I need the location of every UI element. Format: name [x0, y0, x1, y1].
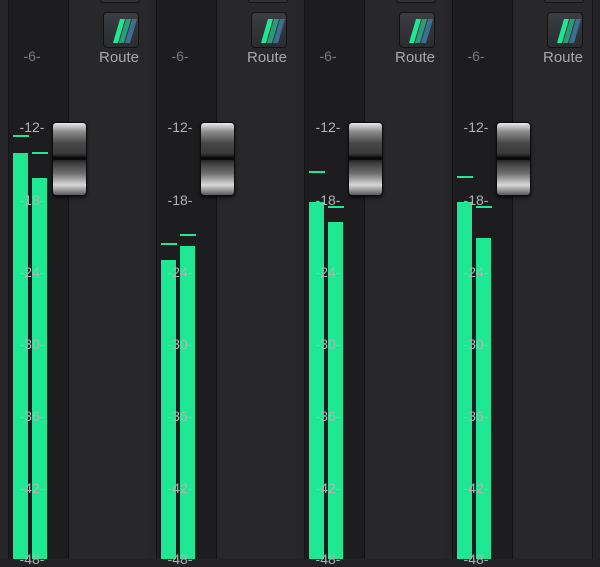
strip-divider: [592, 0, 593, 559]
route-label[interactable]: Route: [538, 49, 588, 67]
insert-slot-stub[interactable]: [544, 0, 584, 3]
db-scale-label: -12-: [167, 119, 193, 135]
level-meter-left: [309, 202, 324, 559]
db-scale-label: -18-: [463, 192, 489, 208]
db-scale-label: -24-: [315, 264, 341, 280]
channel-strip-4: -6- -12- -18- -24- -30- -36- -42- -48- Route: [444, 0, 593, 567]
fader-track[interactable]: [513, 0, 593, 559]
route-stripes-icon: [113, 19, 137, 43]
route-button[interactable]: [251, 12, 287, 48]
fader-knob-icon[interactable]: [52, 122, 87, 196]
db-scale-label: -48-: [167, 551, 193, 567]
level-meter-right: [476, 238, 491, 559]
fader-knob-icon[interactable]: [496, 122, 531, 196]
db-scale-label: -36-: [463, 408, 489, 424]
db-scale-label: -30-: [463, 336, 489, 352]
peak-hold-right: [32, 152, 48, 154]
fader-track[interactable]: [365, 0, 445, 559]
fader-knob-center-line: [201, 157, 234, 160]
db-scale-label: -6-: [23, 48, 41, 64]
route-label[interactable]: Route: [390, 49, 440, 67]
route-stripes-icon: [261, 19, 285, 43]
db-scale-label: -12-: [315, 119, 341, 135]
db-scale-label: -48-: [19, 551, 45, 567]
peak-hold-right: [180, 233, 196, 236]
db-scale-label: -42-: [315, 480, 341, 496]
db-scale-label: -36-: [167, 408, 193, 424]
db-scale-label: -42-: [463, 480, 489, 496]
db-scale-label: -48-: [463, 551, 489, 567]
insert-slot-stub[interactable]: [396, 0, 436, 3]
fader-track[interactable]: [217, 0, 297, 559]
db-scale-label: -6-: [467, 48, 485, 64]
level-meter-right: [32, 178, 47, 559]
db-scale-label: -24-: [463, 264, 489, 280]
fader-knob-center-line: [349, 157, 382, 160]
fader-knob-icon[interactable]: [200, 122, 235, 196]
db-scale-label: -18-: [315, 192, 341, 208]
fader-knob-icon[interactable]: [348, 122, 383, 196]
fader-knob-center-line: [53, 157, 86, 160]
level-meter-right: [180, 245, 195, 559]
db-scale-label: -12-: [463, 119, 489, 135]
fader-knob-center-line: [497, 157, 530, 160]
peak-hold-left: [13, 135, 29, 138]
db-scale-label: -24-: [19, 264, 45, 280]
level-meter-left: [13, 153, 28, 559]
channel-strip-1: -6- -12- -18- -24- -30- -36- -42- -48- Route: [0, 0, 149, 567]
route-label[interactable]: Route: [242, 49, 292, 67]
db-scale-label: -36-: [19, 408, 45, 424]
db-scale-label: -6-: [319, 48, 337, 64]
db-scale-label: -6-: [171, 48, 189, 64]
level-meter-left: [457, 202, 472, 559]
db-scale-label: -24-: [167, 264, 193, 280]
db-scale-label: -48-: [315, 551, 341, 567]
insert-slot-stub[interactable]: [248, 0, 288, 3]
db-scale-label: -18-: [167, 192, 193, 208]
insert-slot-stub[interactable]: [100, 0, 140, 3]
db-scale-label: -30-: [167, 336, 193, 352]
peak-hold-left: [161, 243, 177, 246]
fader-track[interactable]: [69, 0, 149, 559]
route-label[interactable]: Route: [94, 49, 144, 67]
peak-hold-left: [309, 171, 325, 174]
route-button[interactable]: [103, 12, 139, 48]
peak-hold-left: [457, 176, 473, 178]
db-scale-label: -30-: [19, 336, 45, 352]
route-stripes-icon: [409, 19, 433, 43]
route-button[interactable]: [399, 12, 435, 48]
channel-strip-2: -6- -12- -18- -24- -30- -36- -42- -48- Route: [148, 0, 297, 567]
db-scale-label: -42-: [19, 480, 45, 496]
db-scale-label: -42-: [167, 480, 193, 496]
db-scale-label: -12-: [19, 119, 45, 135]
db-scale-label: -30-: [315, 336, 341, 352]
channel-strip-3: -6- -12- -18- -24- -30- -36- -42- -48- Route: [296, 0, 445, 567]
db-scale-label: -36-: [315, 408, 341, 424]
route-stripes-icon: [557, 19, 581, 43]
route-button[interactable]: [547, 12, 583, 48]
db-scale-label: -18-: [19, 192, 45, 208]
